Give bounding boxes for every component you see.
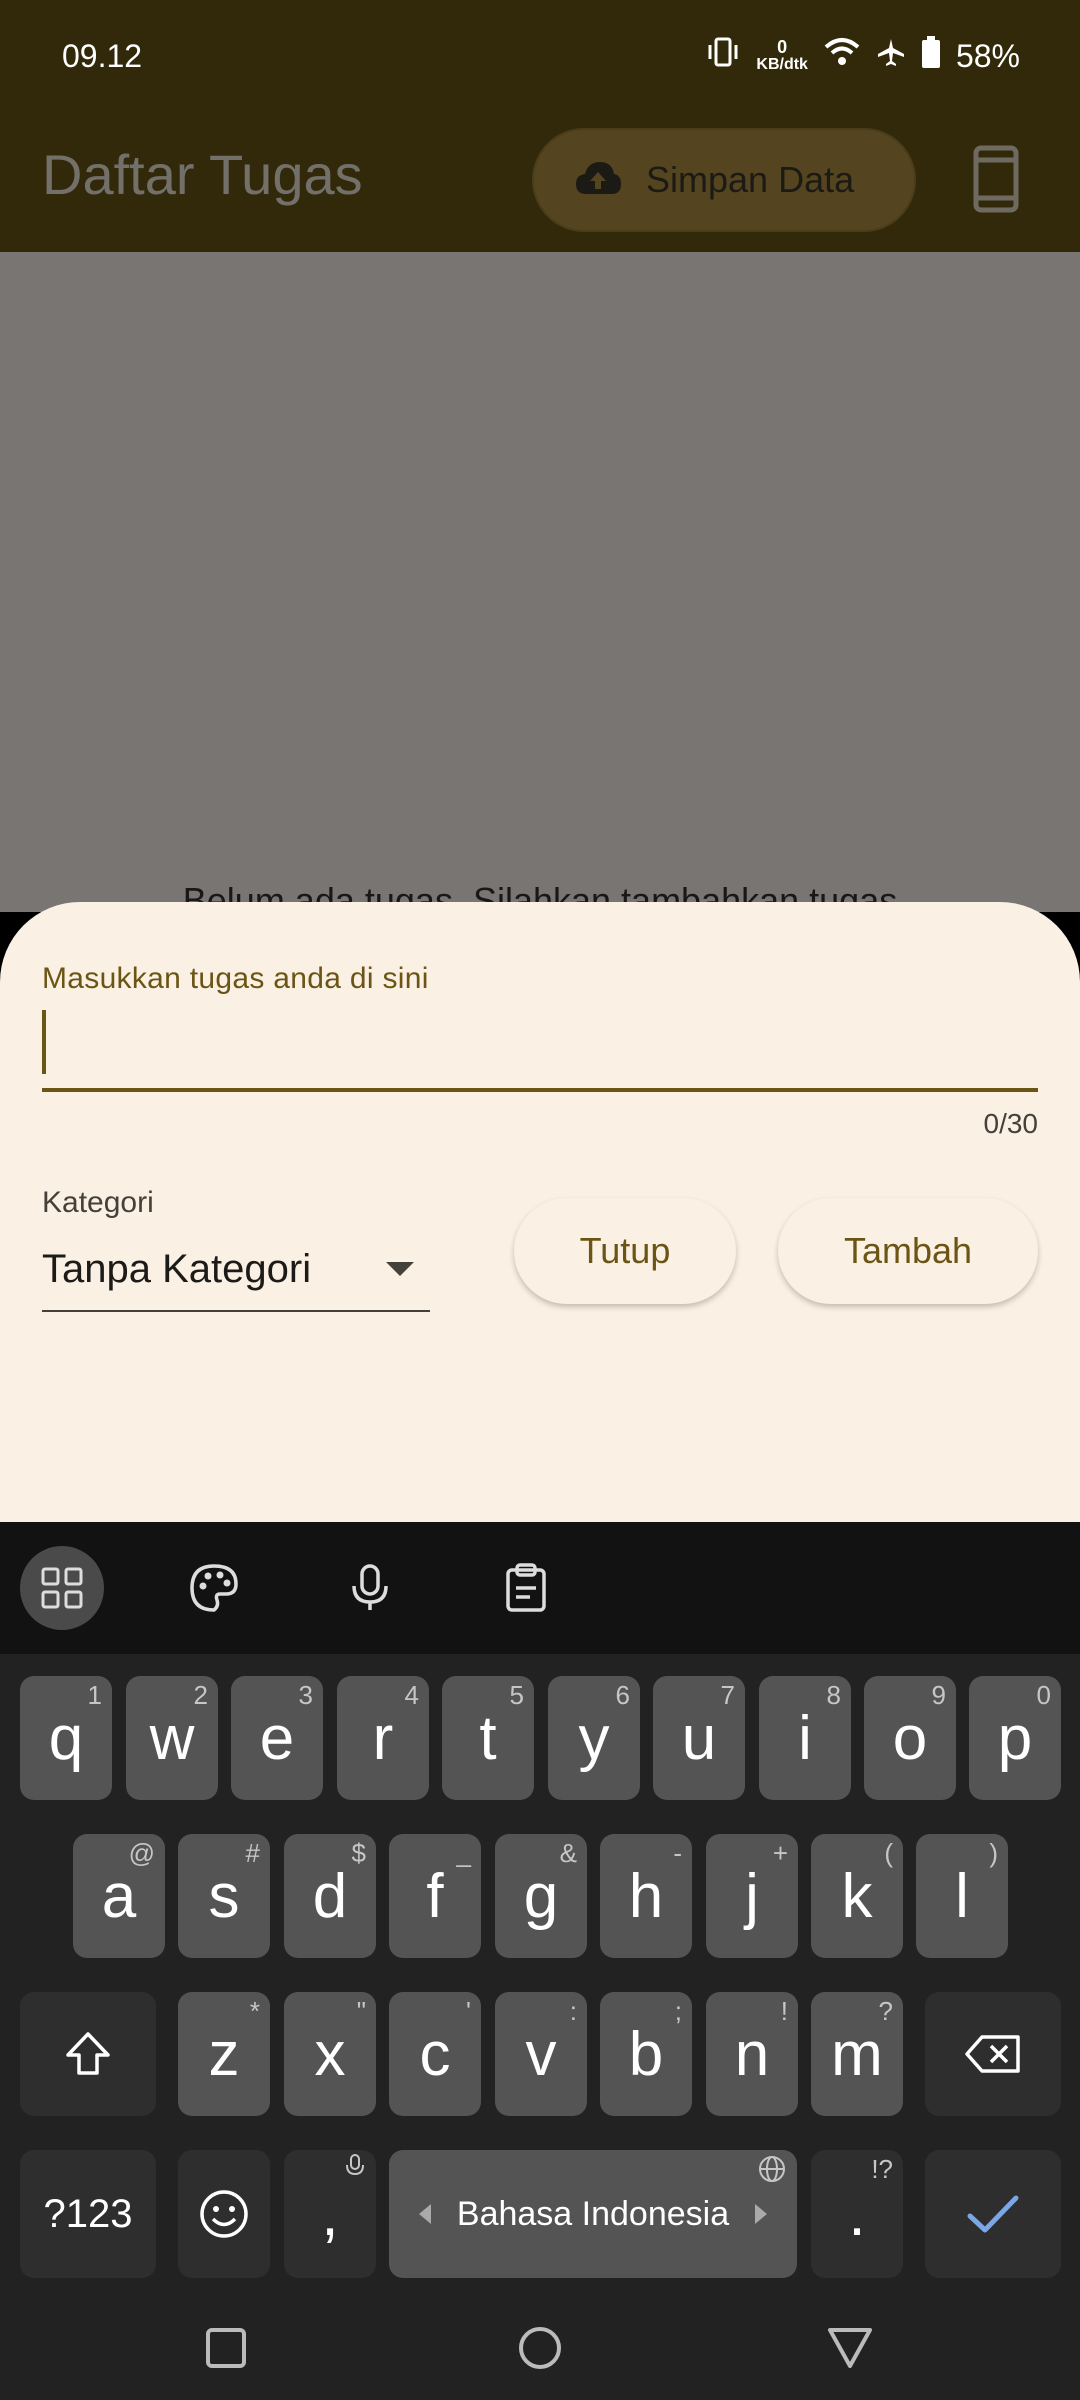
key-a[interactable]: a @ bbox=[73, 1834, 165, 1958]
close-button[interactable]: Tutup bbox=[514, 1198, 736, 1304]
emoji-icon bbox=[200, 2190, 248, 2238]
back-icon[interactable] bbox=[818, 2316, 882, 2380]
keyboard: q1 w2 e3 r4 t5 y6 u7 i8 o9 p0 a @ s # d $ f… bbox=[0, 1522, 1080, 2296]
chevron-down-icon bbox=[386, 1262, 414, 1276]
key-n[interactable]: n! bbox=[706, 1992, 798, 2116]
navigation-bar bbox=[0, 2296, 1080, 2400]
chevron-left-icon bbox=[418, 2204, 431, 2224]
shift-icon bbox=[66, 2032, 110, 2075]
add-button[interactable]: Tambah bbox=[778, 1198, 1038, 1304]
status-bar: 09.12 0 KB/dtk 58% bbox=[0, 0, 1080, 118]
vibrate-icon bbox=[706, 37, 740, 75]
key-w[interactable]: w2 bbox=[126, 1676, 218, 1800]
key-r[interactable]: r4 bbox=[337, 1676, 429, 1800]
battery-icon bbox=[921, 36, 940, 76]
network-speed: 0 KB/dtk bbox=[756, 37, 808, 73]
mic-hint-icon bbox=[344, 2154, 366, 2187]
text-cursor bbox=[42, 1010, 46, 1074]
task-input[interactable] bbox=[42, 1006, 1038, 1092]
backspace-icon bbox=[965, 2035, 1020, 2073]
apps-grid-icon[interactable] bbox=[20, 1546, 104, 1630]
key-p[interactable]: p0 bbox=[969, 1676, 1061, 1800]
key-b[interactable]: b; bbox=[600, 1992, 692, 2116]
globe-icon bbox=[757, 2154, 787, 2191]
chevron-right-icon bbox=[755, 2204, 768, 2224]
page-title: Daftar Tugas bbox=[42, 143, 363, 206]
save-data-button[interactable]: Simpan Data bbox=[532, 128, 916, 232]
space-label: Bahasa Indonesia bbox=[456, 2194, 730, 2233]
emoji-key[interactable] bbox=[178, 2150, 270, 2278]
key-v[interactable]: v: bbox=[495, 1992, 587, 2116]
category-value: Tanpa Kategori bbox=[42, 1246, 312, 1291]
shift-key[interactable] bbox=[20, 1992, 156, 2116]
check-icon bbox=[967, 2195, 1019, 2233]
category-dropdown[interactable]: Tanpa Kategori bbox=[42, 1228, 430, 1312]
done-key[interactable] bbox=[925, 2150, 1061, 2278]
key-c[interactable]: c ' bbox=[389, 1992, 481, 2116]
backspace-key[interactable] bbox=[925, 1992, 1061, 2116]
status-icons: 0 KB/dtk 58% bbox=[706, 36, 1020, 76]
wifi-icon bbox=[824, 37, 860, 75]
symbols-key[interactable]: ?123 bbox=[20, 2150, 156, 2278]
palette-icon[interactable] bbox=[172, 1546, 256, 1630]
device-icon[interactable] bbox=[970, 144, 1022, 224]
clipboard-icon[interactable] bbox=[484, 1546, 568, 1630]
add-task-sheet: Masukkan tugas anda di sini 0/30 Kategor… bbox=[0, 902, 1080, 1522]
key-z[interactable]: z * bbox=[178, 1992, 270, 2116]
keyboard-toolbar bbox=[0, 1522, 1080, 1654]
key-x[interactable]: x " bbox=[284, 1992, 376, 2116]
app-bar: Daftar Tugas Simpan Data bbox=[0, 118, 1080, 252]
key-k[interactable]: k( bbox=[811, 1834, 903, 1958]
period-key[interactable]: . !? bbox=[811, 2150, 903, 2278]
category-label: Kategori bbox=[42, 1186, 154, 1219]
key-y[interactable]: y6 bbox=[548, 1676, 640, 1800]
recents-icon[interactable] bbox=[194, 2316, 258, 2380]
airplane-icon bbox=[876, 37, 906, 75]
task-input-label: Masukkan tugas anda di sini bbox=[42, 962, 429, 995]
key-u[interactable]: u7 bbox=[653, 1676, 745, 1800]
microphone-icon[interactable] bbox=[328, 1546, 412, 1630]
key-e[interactable]: e3 bbox=[231, 1676, 323, 1800]
key-o[interactable]: o9 bbox=[864, 1676, 956, 1800]
key-d[interactable]: d $ bbox=[284, 1834, 376, 1958]
key-f[interactable]: f _ bbox=[389, 1834, 481, 1958]
status-time: 09.12 bbox=[62, 38, 143, 74]
key-s[interactable]: s # bbox=[178, 1834, 270, 1958]
space-key[interactable]: Bahasa Indonesia bbox=[389, 2150, 797, 2278]
char-counter: 0/30 bbox=[983, 1108, 1039, 1139]
comma-key[interactable]: , bbox=[284, 2150, 376, 2278]
key-m[interactable]: m? bbox=[811, 1992, 903, 2116]
key-l[interactable]: l) bbox=[916, 1834, 1008, 1958]
cloud-upload-icon bbox=[574, 160, 622, 201]
key-j[interactable]: j + bbox=[706, 1834, 798, 1958]
key-h[interactable]: h- bbox=[600, 1834, 692, 1958]
key-g[interactable]: g & bbox=[495, 1834, 587, 1958]
battery-percent: 58% bbox=[955, 37, 1020, 74]
key-i[interactable]: i8 bbox=[759, 1676, 851, 1800]
key-q[interactable]: q1 bbox=[20, 1676, 112, 1800]
task-list-area: Belum ada tugas. Silahkan tambahkan tuga… bbox=[0, 252, 1080, 921]
key-t[interactable]: t5 bbox=[442, 1676, 534, 1800]
home-icon[interactable] bbox=[508, 2316, 572, 2380]
save-data-label: Simpan Data bbox=[646, 159, 855, 200]
